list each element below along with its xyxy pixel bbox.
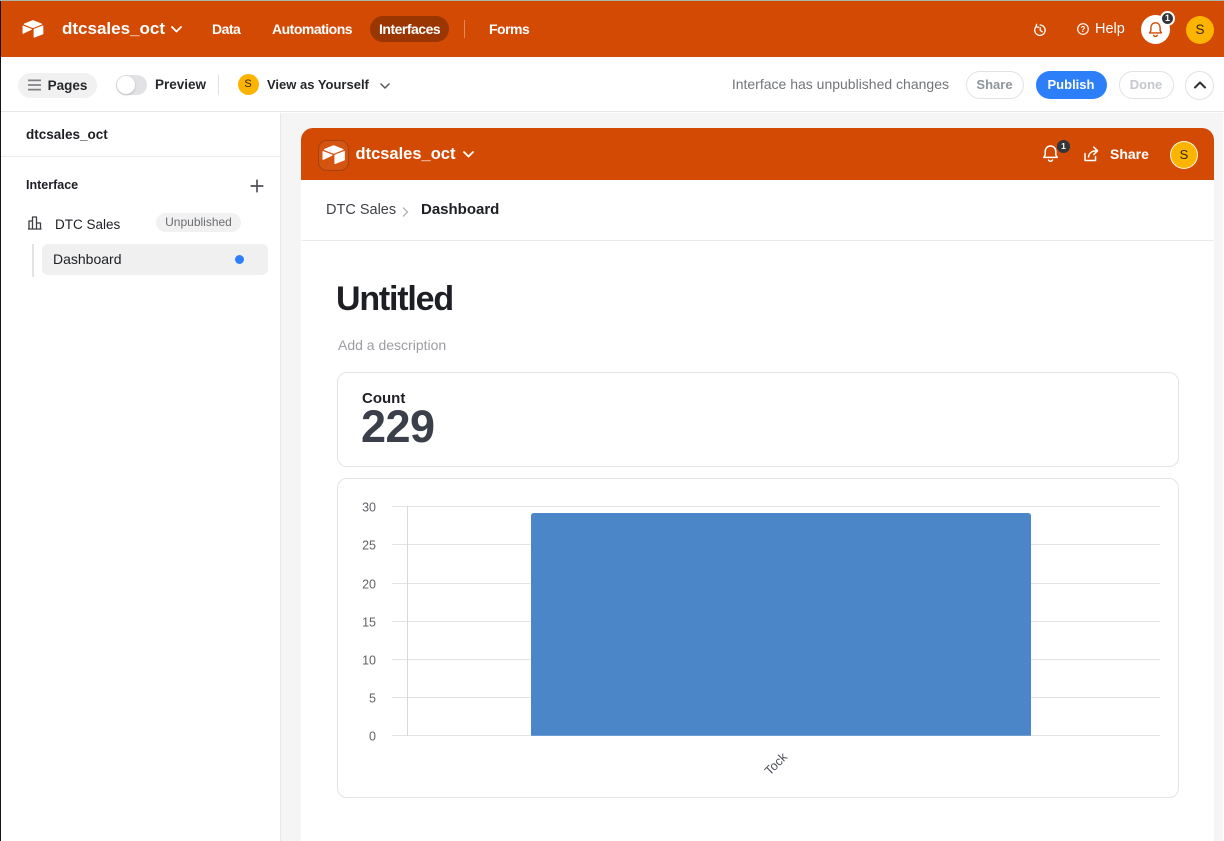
svg-text:?: ? xyxy=(1081,25,1086,34)
svg-text:0: 0 xyxy=(369,730,376,744)
svg-text:Tock: Tock xyxy=(762,749,791,778)
svg-text:10: 10 xyxy=(362,654,376,668)
svg-text:30: 30 xyxy=(362,501,376,515)
svg-text:5: 5 xyxy=(369,692,376,706)
svg-text:15: 15 xyxy=(362,616,376,630)
svg-text:20: 20 xyxy=(362,578,376,592)
svg-text:25: 25 xyxy=(362,539,376,553)
